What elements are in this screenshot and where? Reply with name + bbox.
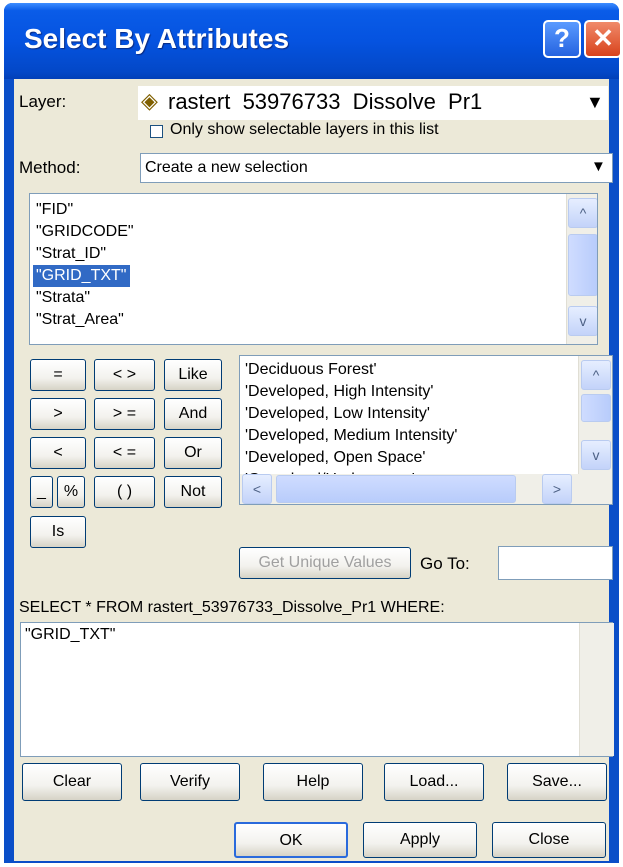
field-item[interactable]: "GRIDCODE"	[33, 221, 134, 243]
field-item[interactable]: "Strat_ID"	[33, 243, 134, 265]
goto-label: Go To:	[420, 554, 470, 573]
values-hscrollbar[interactable]: < >	[240, 474, 612, 504]
values-list: 'Deciduous Forest' 'Developed, High Inten…	[242, 359, 457, 491]
operator-equals-button[interactable]: =	[30, 359, 86, 391]
wildcard-underscore-button[interactable]: _	[30, 476, 53, 508]
value-item[interactable]: 'Developed, High Intensity'	[242, 381, 457, 403]
operator-greater-equal-button[interactable]: > =	[94, 398, 155, 430]
where-clause-textarea[interactable]: "GRID_TXT"	[20, 622, 614, 757]
dialog-body: Layer: ◈ rastert 53976733 Dissolve Pr1 ▼…	[14, 79, 614, 861]
close-button[interactable]: Close	[492, 822, 606, 858]
values-scroll-up-icon[interactable]: ^	[581, 360, 611, 390]
values-hscroll-thumb[interactable]	[276, 475, 516, 503]
values-scroll-left-icon[interactable]: <	[242, 474, 272, 504]
value-item[interactable]: 'Deciduous Forest'	[242, 359, 457, 381]
ok-button[interactable]: OK	[234, 822, 348, 858]
operator-greater-button[interactable]: >	[30, 398, 86, 430]
values-scroll-down-icon[interactable]: v	[581, 440, 611, 470]
operator-not-button[interactable]: Not	[164, 476, 222, 508]
select-statement-label: SELECT * FROM rastert_53976733_Dissolve_…	[19, 599, 445, 616]
title-bar[interactable]: Select By Attributes ? ✕	[4, 3, 622, 79]
value-item[interactable]: 'Developed, Medium Intensity'	[242, 425, 457, 447]
where-scrollbar[interactable]	[579, 623, 614, 756]
values-vscrollbar[interactable]: ^ v	[578, 356, 612, 474]
layer-value: rastert 53976733 Dissolve Pr1	[168, 89, 483, 114]
layer-combo[interactable]: ◈ rastert 53976733 Dissolve Pr1 ▼	[138, 86, 608, 120]
save-button[interactable]: Save...	[507, 763, 607, 801]
clear-button[interactable]: Clear	[22, 763, 122, 801]
operator-like-button[interactable]: Like	[164, 359, 222, 391]
method-dropdown-arrow-icon[interactable]: ▼	[591, 158, 606, 175]
fields-list: "FID" "GRIDCODE" "Strat_ID" "GRID_TXT" "Stra…	[33, 199, 134, 331]
layer-diamond-icon: ◈	[141, 88, 158, 113]
fields-scrollbar[interactable]: ^ v	[566, 194, 597, 344]
help-button[interactable]: Help	[263, 763, 363, 801]
method-label: Method:	[19, 158, 81, 177]
values-vscroll-thumb[interactable]	[581, 394, 611, 422]
close-title-button[interactable]: ✕	[584, 20, 622, 58]
operator-or-button[interactable]: Or	[164, 437, 222, 469]
method-select[interactable]: Create a new selection ▼	[140, 153, 613, 183]
fields-scroll-down-icon[interactable]: v	[568, 306, 597, 336]
wildcard-percent-button[interactable]: %	[57, 476, 85, 508]
operator-less-equal-button[interactable]: < =	[94, 437, 155, 469]
only-selectable-label: Only show selectable layers in this list	[170, 121, 439, 138]
help-title-button[interactable]: ?	[543, 20, 581, 58]
verify-button[interactable]: Verify	[140, 763, 240, 801]
field-item[interactable]: "Strata"	[33, 287, 134, 309]
layer-dropdown-arrow-icon[interactable]: ▼	[586, 92, 604, 113]
fields-scroll-thumb[interactable]	[568, 234, 597, 296]
get-unique-values-button[interactable]: Get Unique Values	[239, 547, 411, 579]
parentheses-button[interactable]: ( )	[94, 476, 155, 508]
operator-is-button[interactable]: Is	[30, 516, 86, 548]
value-item[interactable]: 'Developed, Open Space'	[242, 447, 457, 469]
dialog-window: Select By Attributes ? ✕ Layer: ◈ raster…	[4, 3, 622, 863]
value-item[interactable]: 'Developed, Low Intensity'	[242, 403, 457, 425]
operator-not-equals-button[interactable]: < >	[94, 359, 155, 391]
field-item[interactable]: "FID"	[33, 199, 134, 221]
where-clause-text: "GRID_TXT"	[25, 626, 116, 643]
method-value: Create a new selection	[145, 159, 308, 176]
window-title: Select By Attributes	[24, 23, 290, 54]
field-item[interactable]: "Strat_Area"	[33, 309, 134, 331]
layer-label: Layer:	[19, 92, 67, 111]
fields-scroll-up-icon[interactable]: ^	[568, 198, 597, 228]
values-listbox[interactable]: 'Deciduous Forest' 'Developed, High Inten…	[239, 355, 613, 505]
load-button[interactable]: Load...	[384, 763, 484, 801]
goto-input[interactable]	[498, 546, 613, 580]
field-item[interactable]: "GRID_TXT"	[33, 265, 131, 287]
values-scroll-right-icon[interactable]: >	[542, 474, 572, 504]
operator-and-button[interactable]: And	[164, 398, 222, 430]
operator-less-button[interactable]: <	[30, 437, 86, 469]
apply-button[interactable]: Apply	[363, 822, 477, 858]
fields-listbox[interactable]: "FID" "GRIDCODE" "Strat_ID" "GRID_TXT" "Stra…	[29, 193, 598, 345]
only-selectable-checkbox[interactable]	[150, 125, 163, 138]
